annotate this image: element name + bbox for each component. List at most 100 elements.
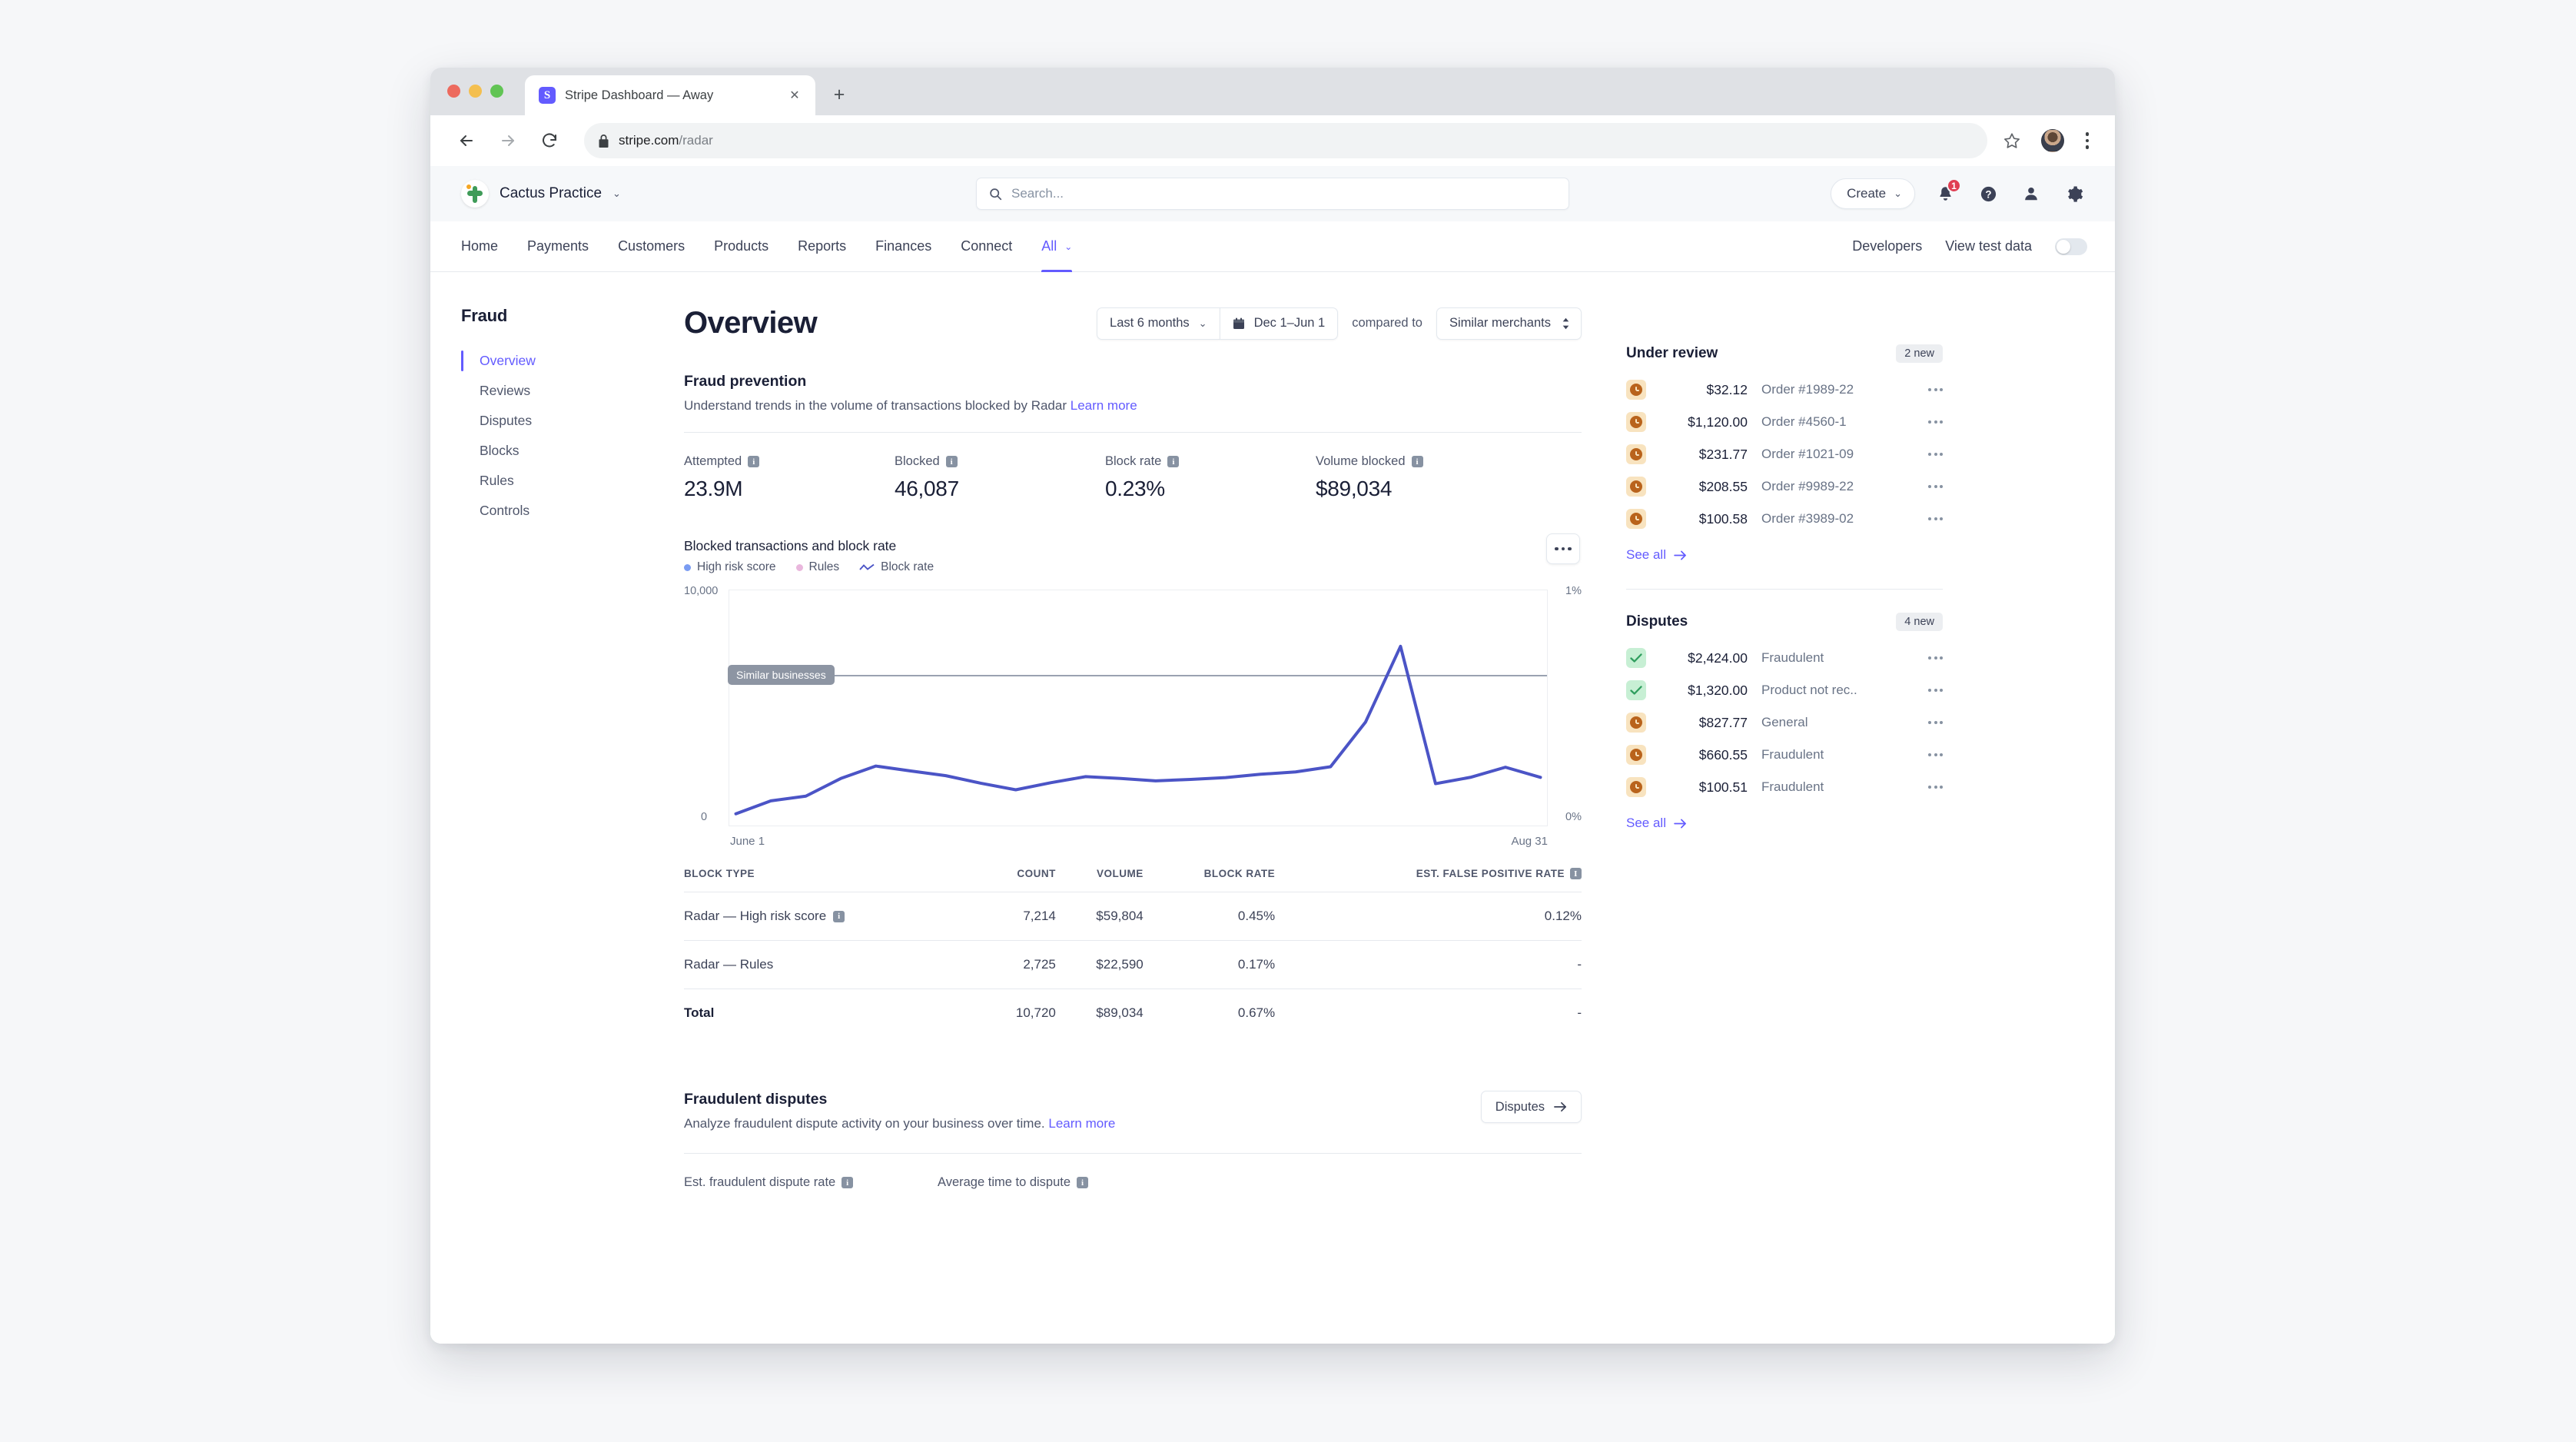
- forward-icon[interactable]: [490, 123, 526, 158]
- url-bar[interactable]: stripe.com/radar: [584, 123, 1987, 158]
- list-item-more-options-button[interactable]: [1920, 517, 1943, 520]
- chart-more-options-button[interactable]: [1546, 533, 1580, 564]
- col-est-false-positive-rate: EST. FALSE POSITIVE RATE i: [1275, 868, 1582, 892]
- browser-window: S Stripe Dashboard — Away ✕ + stripe.com…: [430, 68, 2115, 1344]
- list-item-more-options-button[interactable]: [1920, 420, 1943, 424]
- list-item-description: Order #1021-09: [1761, 447, 1854, 461]
- nav-item-payments[interactable]: Payments: [513, 221, 603, 271]
- sidebar-item-controls[interactable]: Controls: [461, 496, 684, 526]
- list-item[interactable]: $231.77 Order #1021-09: [1626, 438, 1943, 470]
- cell-count: 2,725: [981, 940, 1056, 989]
- new-tab-button[interactable]: +: [828, 83, 851, 106]
- info-icon[interactable]: i: [833, 910, 845, 922]
- close-tab-icon[interactable]: ✕: [786, 87, 803, 104]
- profile-button[interactable]: [2018, 181, 2044, 207]
- info-icon[interactable]: i: [842, 1177, 854, 1188]
- info-icon[interactable]: i: [945, 456, 958, 467]
- list-item[interactable]: $1,120.00 Order #4560-1: [1626, 406, 1943, 438]
- table-row[interactable]: Radar — Rules 2,725 $22,590 0.17% -: [684, 940, 1582, 989]
- compared-to-select[interactable]: Similar merchants: [1436, 307, 1582, 340]
- info-icon[interactable]: i: [748, 456, 760, 467]
- developers-link[interactable]: Developers: [1852, 238, 1922, 254]
- list-item-description: General: [1761, 715, 1808, 729]
- back-icon[interactable]: [449, 123, 484, 158]
- list-item[interactable]: $2,424.00 Fraudulent: [1626, 642, 1943, 674]
- list-item[interactable]: $32.12 Order #1989-22: [1626, 374, 1943, 406]
- y2-axis-max-label: 1%: [1565, 585, 1582, 597]
- list-item-more-options-button[interactable]: [1920, 689, 1943, 692]
- list-item[interactable]: $827.77 General: [1626, 706, 1943, 739]
- minimize-window-button[interactable]: [469, 85, 482, 98]
- legend-rules[interactable]: Rules: [795, 560, 839, 574]
- list-item[interactable]: $208.55 Order #9989-22: [1626, 470, 1943, 503]
- learn-more-link[interactable]: Learn more: [1048, 1116, 1115, 1131]
- disputes-button[interactable]: Disputes: [1480, 1091, 1582, 1123]
- nav-item-all[interactable]: All ⌄: [1027, 221, 1087, 272]
- fraudulent-disputes-subtitle: Analyze fraudulent dispute activity on y…: [684, 1116, 1116, 1131]
- sidebar-item-rules[interactable]: Rules: [461, 466, 684, 496]
- list-item-description: Order #4560-1: [1761, 414, 1847, 429]
- range-preset-select[interactable]: Last 6 months ⌄: [1097, 307, 1220, 340]
- help-button[interactable]: ?: [1975, 181, 2001, 207]
- close-window-button[interactable]: [447, 85, 460, 98]
- nav-item-home[interactable]: Home: [461, 221, 513, 271]
- sidebar-item-disputes[interactable]: Disputes: [461, 406, 684, 436]
- metric-label: Est. fraudulent dispute rate i: [684, 1175, 938, 1190]
- legend-block-rate[interactable]: Block rate: [859, 560, 934, 574]
- list-item-more-options-button[interactable]: [1920, 453, 1943, 456]
- nav-item-finances[interactable]: Finances: [861, 221, 946, 271]
- learn-more-link[interactable]: Learn more: [1071, 398, 1137, 413]
- list-item-amount: $827.77: [1698, 714, 1748, 730]
- settings-button[interactable]: [2061, 181, 2087, 207]
- bookmark-star-icon[interactable]: [1995, 124, 2029, 158]
- info-icon[interactable]: i: [1411, 456, 1423, 467]
- under-review-see-all-link[interactable]: See all: [1626, 547, 1943, 563]
- disputes-header: Disputes 4 new: [1626, 613, 1943, 631]
- chrome-profile-avatar[interactable]: [2041, 129, 2064, 152]
- list-item[interactable]: $100.51 Fraudulent: [1626, 771, 1943, 803]
- cell-count: 10,720: [1015, 1005, 1056, 1020]
- list-item[interactable]: $100.58 Order #3989-02: [1626, 503, 1943, 535]
- nav-item-customers[interactable]: Customers: [603, 221, 699, 271]
- list-item-amount: $1,320.00: [1688, 682, 1748, 698]
- sidebar-item-reviews[interactable]: Reviews: [461, 376, 684, 406]
- metric-est-fraudulent-dispute-rate: Est. fraudulent dispute rate i: [684, 1175, 938, 1198]
- list-item-more-options-button[interactable]: [1920, 485, 1943, 488]
- check-icon: [1626, 680, 1646, 700]
- info-icon[interactable]: i: [1570, 868, 1582, 879]
- info-icon[interactable]: i: [1167, 456, 1180, 467]
- list-item-more-options-button[interactable]: [1920, 721, 1943, 724]
- sidebar-item-overview[interactable]: Overview: [461, 346, 684, 376]
- create-button[interactable]: Create ⌄: [1831, 178, 1915, 209]
- browser-tab[interactable]: S Stripe Dashboard — Away ✕: [525, 75, 815, 115]
- nav-item-reports[interactable]: Reports: [783, 221, 861, 271]
- list-item-more-options-button[interactable]: [1920, 753, 1943, 756]
- list-item-more-options-button[interactable]: [1920, 656, 1943, 660]
- list-item[interactable]: $660.55 Fraudulent: [1626, 739, 1943, 771]
- reload-icon[interactable]: [532, 123, 567, 158]
- stripe-app: Cactus Practice ⌄ Create ⌄ 1 ?: [430, 166, 2115, 1344]
- account-switcher[interactable]: Cactus Practice ⌄: [461, 180, 621, 208]
- list-item-description: Order #3989-02: [1761, 511, 1854, 526]
- cell-block-rate: 0.17%: [1143, 940, 1276, 989]
- global-search[interactable]: [976, 178, 1569, 210]
- disputes-see-all-link[interactable]: See all: [1626, 816, 1943, 831]
- search-input[interactable]: [1011, 186, 1556, 201]
- list-item-more-options-button[interactable]: [1920, 388, 1943, 391]
- table-row[interactable]: Radar — High risk score i 7,214 $59,804 0…: [684, 892, 1582, 941]
- list-item-description: Product not rec..: [1761, 683, 1857, 697]
- nav-item-connect[interactable]: Connect: [946, 221, 1027, 271]
- nav-item-products[interactable]: Products: [699, 221, 783, 271]
- list-item[interactable]: $1,320.00 Product not rec..: [1626, 674, 1943, 706]
- range-dates-button[interactable]: Dec 1–Jun 1: [1219, 307, 1339, 340]
- view-test-data-toggle[interactable]: [2055, 238, 2087, 255]
- legend-high-risk-score[interactable]: High risk score: [684, 560, 776, 574]
- info-icon[interactable]: i: [1077, 1177, 1089, 1188]
- list-item-more-options-button[interactable]: [1920, 786, 1943, 789]
- chrome-menu-icon[interactable]: [2076, 125, 2098, 156]
- topbar-actions: Create ⌄ 1 ?: [1831, 178, 2087, 209]
- notifications-button[interactable]: 1: [1932, 178, 1961, 207]
- under-review-card: Under review 2 new $32.12 Order #1989-22 $…: [1626, 344, 1943, 563]
- maximize-window-button[interactable]: [490, 85, 503, 98]
- sidebar-item-blocks[interactable]: Blocks: [461, 436, 684, 466]
